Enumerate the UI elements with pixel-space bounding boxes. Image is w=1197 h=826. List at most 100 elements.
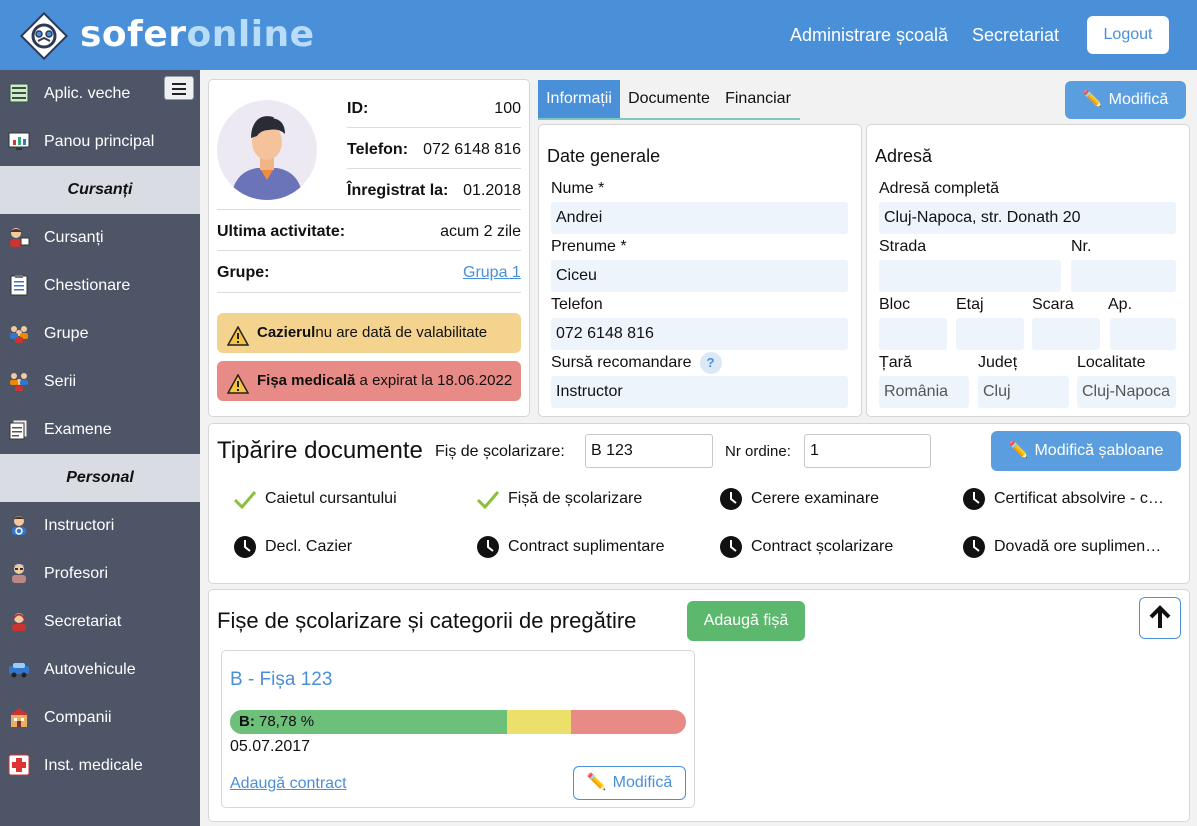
nav-administrare-scoala[interactable]: Administrare școală [790,24,948,46]
sidebar-item-label: Chestionare [44,277,131,294]
sidebar-item-instructori[interactable]: Instructori [0,502,200,550]
clock-icon [719,535,743,559]
fisa-edit-button[interactable]: ✏️ Modifică [573,766,686,800]
sidebar-item-secretariat[interactable]: Secretariat [0,598,200,646]
brand-part2: online [186,14,315,55]
cazier-alert: Cazierulnu are dată de valabilitate [217,313,521,353]
bloc-field[interactable] [879,318,947,350]
add-fisa-button[interactable]: Adaugă fișă [687,601,805,641]
doc-cerere-examinare[interactable]: Cerere examinare [719,487,939,511]
tab-financiar[interactable]: Financiar [718,80,798,118]
full-address-field[interactable]: Cluj-Napoca, str. Donath 20 [879,202,1176,234]
doc-decl-cazier[interactable]: Decl. Cazier [233,535,433,559]
sidebar-section-cursanti: Cursanți [0,166,200,214]
general-data-title: Date generale [547,146,661,166]
sidebar-item-inst-medicale[interactable]: Inst. medicale [0,742,200,790]
sidebar-item-examene[interactable]: Examene [0,406,200,454]
arrow-up-icon[interactable] [1139,597,1181,639]
last-activity-value: acum 2 zile [440,223,521,240]
doc-fisa-scolarizare[interactable]: Fișă de școlarizare [476,487,676,511]
sidebar-item-label: Panou principal [44,133,155,150]
series-icon [8,370,30,392]
nr-label: Nr. [1071,238,1092,255]
etaj-field[interactable] [956,318,1024,350]
sidebar-item-autovehicule[interactable]: Autovehicule [0,646,200,694]
sidebar-item-label: Aplic. veche [44,85,131,102]
nr-ordine-label: Nr ordine: [725,443,791,460]
sidebar-item-chestionare[interactable]: Chestionare [0,262,200,310]
strada-field[interactable] [879,260,1061,292]
registered-value: 01.2018 [463,182,521,199]
car-icon [8,658,30,680]
logo-icon[interactable] [19,11,69,61]
brand-logo-text[interactable]: soferonline [80,12,315,58]
judet-field[interactable]: Cluj [978,376,1069,408]
logout-button[interactable]: Logout [1087,16,1169,54]
sidebar-item-grupe[interactable]: Grupe [0,310,200,358]
progress-category: B: [239,713,255,730]
divider [347,168,521,169]
exam-icon [8,418,30,440]
scara-field[interactable] [1032,318,1100,350]
divider [217,209,521,210]
doc-contract-suplimentare[interactable]: Contract suplimentare [476,535,696,559]
cazier-alert-text: nu are dată de valabilitate [315,324,488,341]
sidebar-item-cursanti[interactable]: Cursanți [0,214,200,262]
progress-value: 78,78 % [259,713,315,730]
sidebar-item-label: Serii [44,373,77,390]
sursa-field[interactable]: Instructor [551,376,848,408]
sidebar-item-label: Secretariat [44,613,122,630]
menu-toggle-icon[interactable] [164,76,194,100]
sidebar-item-panou-principal[interactable]: Panou principal [0,118,200,166]
sidebar-item-serii[interactable]: Serii [0,358,200,406]
edit-info-button[interactable]: ✏️ Modifică [1065,81,1186,119]
doc-label: Contract școlarizare [751,538,894,555]
doc-label: Certificat absolvire - curs [994,490,1165,507]
clock-icon [233,535,257,559]
fisa-date: 05.07.2017 [230,738,311,755]
last-activity-label: Ultima activitate: [217,223,346,240]
clock-icon [962,487,986,511]
ap-field[interactable] [1110,318,1176,350]
edit-templates-button[interactable]: ✏️ Modifică șabloane [991,431,1181,471]
etaj-label: Etaj [956,296,984,313]
sidebar-item-companii[interactable]: Companii [0,694,200,742]
brand-part1: sofer [80,14,187,55]
tara-field[interactable]: România [879,376,969,408]
group-link[interactable]: Grupa 1 [463,263,521,283]
help-icon[interactable]: ? [699,352,722,374]
id-label: ID: [347,100,369,117]
fisa-card-title[interactable]: B - Fișa 123 [230,668,332,692]
tab-informatii[interactable]: Informații [538,80,620,118]
student-icon [8,226,30,248]
doc-label: Decl. Cazier [265,538,353,555]
doc-dovada-ore[interactable]: Dovadă ore suplimentare [962,535,1165,559]
phone-label: Telefon: [347,141,409,158]
doc-label: Cerere examinare [751,490,880,507]
prenume-field[interactable]: Ciceu [551,260,848,292]
doc-caietul-cursantului[interactable]: Caietul cursantului [233,487,433,511]
sidebar-item-label: Inst. medicale [44,757,143,774]
doc-contract-scolarizare[interactable]: Contract școlarizare [719,535,939,559]
tab-documente[interactable]: Documente [622,80,716,118]
nr-ordine-input[interactable]: 1 [804,434,931,468]
avatar [217,100,317,200]
table-icon [8,82,30,104]
localitate-label: Localitate [1077,354,1146,371]
sidebar: Aplic. veche Panou principal Cursanți Cu… [0,70,200,826]
nav-secretariat[interactable]: Secretariat [972,24,1059,46]
add-contract-link[interactable]: Adaugă contract [230,774,347,794]
medical-alert: Fișa medicală a expirat la 18.06.2022 [217,361,521,401]
nume-field[interactable]: Andrei [551,202,848,234]
localitate-field[interactable]: Cluj-Napoca [1077,376,1176,408]
progress-bar: B: 78,78 % [230,710,686,734]
doc-certificat-absolvire[interactable]: Certificat absolvire - curs [962,487,1165,511]
fis-scolarizare-input[interactable]: B 123 [585,434,713,468]
nr-field[interactable] [1071,260,1176,292]
groups-label: Grupe: [217,264,270,281]
edit-templates-label: Modifică șabloane [1034,442,1164,459]
sidebar-item-profesori[interactable]: Profesori [0,550,200,598]
registered-label: Înregistrat la: [347,182,449,199]
secretary-icon [8,610,30,632]
telefon-field[interactable]: 072 6148 816 [551,318,848,350]
